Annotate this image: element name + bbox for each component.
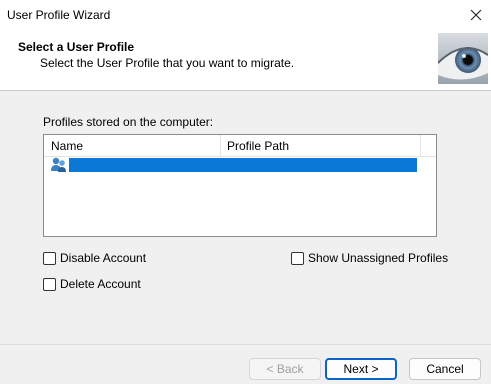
profiles-label: Profiles stored on the computer:: [43, 115, 214, 129]
cancel-button[interactable]: Cancel: [409, 358, 481, 380]
back-button[interactable]: < Back: [249, 358, 321, 380]
checkbox-box[interactable]: [43, 251, 56, 265]
wizard-header: Select a User Profile Select the User Pr…: [0, 30, 491, 91]
close-icon: [470, 9, 482, 21]
disable-account-checkbox[interactable]: Disable Account: [43, 251, 146, 265]
selected-row-highlight: [69, 158, 417, 172]
eye-logo: [438, 33, 488, 84]
profiles-list[interactable]: Name Profile Path: [43, 134, 437, 237]
checkbox-box[interactable]: [291, 251, 304, 265]
next-button[interactable]: Next >: [325, 358, 397, 380]
eye-icon: [438, 33, 488, 84]
list-header: Name Profile Path: [44, 135, 436, 157]
list-item[interactable]: [47, 157, 420, 173]
column-header-profile-path[interactable]: Profile Path: [227, 139, 289, 153]
delete-account-checkbox[interactable]: Delete Account: [43, 277, 141, 291]
page-subtitle: Select the User Profile that you want to…: [40, 56, 295, 70]
delete-account-label: Delete Account: [60, 277, 141, 291]
column-divider[interactable]: [220, 135, 221, 156]
close-button[interactable]: [461, 0, 491, 30]
window-title: User Profile Wizard: [7, 8, 111, 22]
column-header-name[interactable]: Name: [51, 139, 83, 153]
title-bar: User Profile Wizard: [0, 0, 491, 30]
page-title: Select a User Profile: [18, 40, 135, 54]
checkbox-box[interactable]: [43, 277, 56, 291]
show-unassigned-checkbox[interactable]: Show Unassigned Profiles: [291, 251, 448, 265]
show-unassigned-label: Show Unassigned Profiles: [308, 251, 449, 265]
disable-account-label: Disable Account: [60, 251, 147, 265]
column-divider[interactable]: [420, 135, 421, 156]
footer-divider: [0, 344, 491, 345]
user-icon: [50, 157, 68, 173]
